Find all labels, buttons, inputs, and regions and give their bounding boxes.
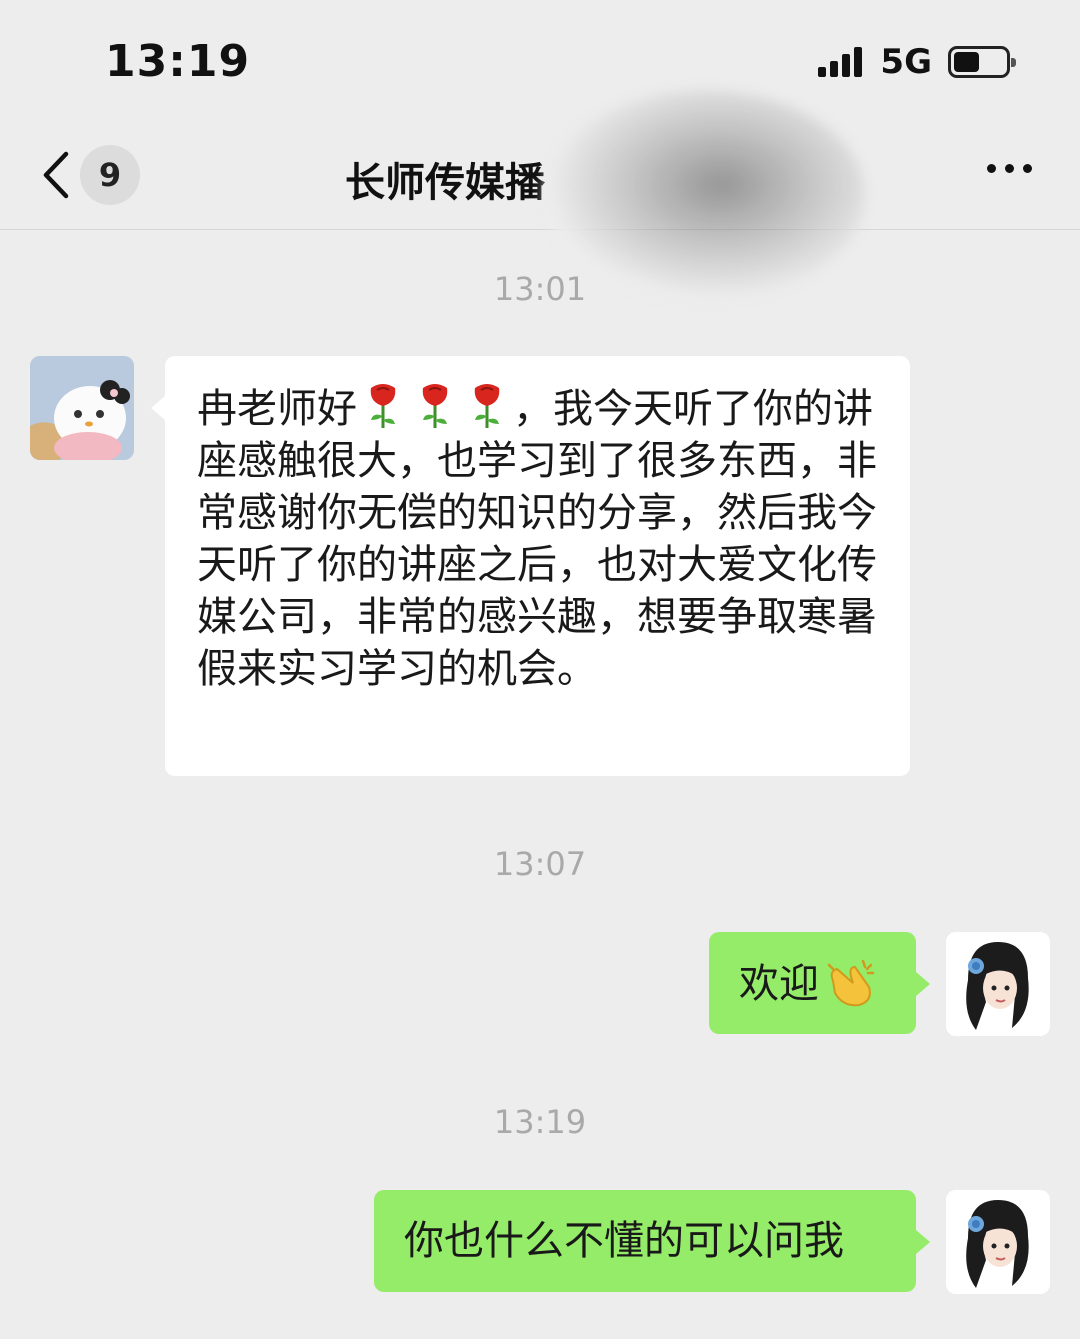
unread-count-badge[interactable]: 9 bbox=[80, 145, 140, 205]
status-indicators: 5G bbox=[818, 40, 1016, 84]
outgoing-message-bubble[interactable]: 你也什么不懂的可以问我 bbox=[374, 1190, 930, 1292]
more-options-icon[interactable] bbox=[978, 164, 1032, 173]
network-type: 5G bbox=[880, 42, 932, 82]
contact-avatar[interactable] bbox=[30, 356, 134, 460]
redaction-blur bbox=[545, 90, 865, 300]
status-time: 13:19 bbox=[105, 36, 251, 87]
back-arrow-icon[interactable] bbox=[38, 150, 78, 200]
incoming-message-bubble[interactable]: 冉老师好 ，我今天听了你的讲座感触很大，也学习到了很多东西，非常感谢你无偿的知识的… bbox=[151, 356, 910, 776]
rose-emoji-icon bbox=[409, 384, 461, 432]
chat-header: 9 长师传媒播 bbox=[0, 90, 1080, 300]
battery-icon bbox=[948, 46, 1016, 78]
message-timestamp: 13:01 bbox=[493, 270, 587, 308]
message-timestamp: 13:19 bbox=[493, 1103, 587, 1141]
message-text: 欢迎 bbox=[739, 961, 819, 1007]
user-avatar[interactable] bbox=[946, 1190, 1050, 1294]
signal-icon bbox=[818, 47, 866, 77]
chat-title: 长师传媒播 bbox=[345, 160, 545, 206]
clapping-hands-emoji-icon bbox=[819, 959, 879, 1007]
rose-emoji-icon bbox=[461, 384, 513, 432]
outgoing-message-bubble[interactable]: 欢迎 bbox=[709, 932, 930, 1034]
user-avatar[interactable] bbox=[946, 932, 1050, 1036]
rose-emoji-icon bbox=[357, 384, 409, 432]
message-text: 你也什么不懂的可以问我 bbox=[404, 1218, 844, 1264]
status-bar: 13:19 5G bbox=[0, 0, 1080, 120]
message-text: 冉老师好 bbox=[197, 386, 357, 432]
message-timestamp: 13:07 bbox=[493, 845, 587, 883]
